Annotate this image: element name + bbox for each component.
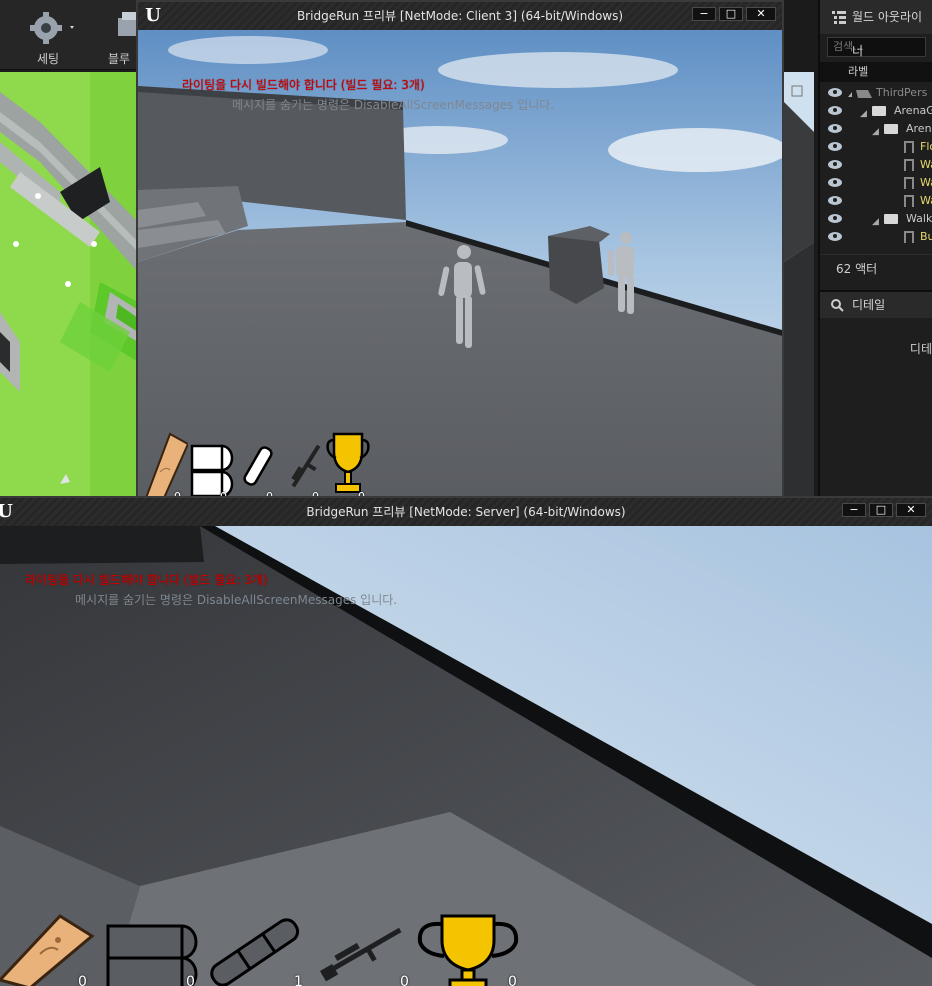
- wood-plank-icon: [145, 432, 188, 496]
- static-mesh-icon: [904, 231, 914, 243]
- level-viewport-left[interactable]: [0, 72, 138, 496]
- world-icon: [848, 90, 872, 98]
- gear-icon: [30, 12, 74, 44]
- magnifier-icon: [831, 299, 844, 312]
- trophy-icon: [417, 914, 519, 986]
- minimize-button[interactable]: −: [842, 503, 866, 517]
- settings-button[interactable]: 세팅: [18, 6, 78, 66]
- rope-coil-icon: [190, 444, 234, 496]
- outliner-row[interactable]: Flo: [820, 138, 932, 156]
- static-mesh-icon: [904, 177, 914, 189]
- client-game-viewport[interactable]: 라이팅을 다시 빌드해야 합니다 (빌드 필요: 3개) 메시지를 숨기는 명령…: [138, 30, 782, 496]
- outliner-item-label: ArenaG: [894, 104, 932, 117]
- top-down-map: [0, 72, 138, 496]
- hud-count-wood: 0: [78, 974, 87, 986]
- outliner-item-label: Bu: [920, 230, 932, 243]
- telescope-icon: [210, 918, 300, 986]
- outliner-row[interactable]: Wa: [820, 156, 932, 174]
- outliner-tab[interactable]: 월드 아웃라이너: [820, 0, 932, 58]
- actor-count: 62 액터: [820, 254, 932, 282]
- outliner-row[interactable]: ◢ Walk: [820, 210, 932, 228]
- static-mesh-icon: [904, 141, 914, 153]
- server-title-bar[interactable]: U BridgeRun 프리뷰 [NetMode: Server] (64-bi…: [0, 498, 932, 526]
- folder-icon: [884, 124, 898, 134]
- outliner-item-label: Walk: [906, 212, 932, 225]
- expand-arrow-icon[interactable]: ◢: [872, 213, 879, 228]
- server-hide-hint: 메시지를 숨기는 명령은 DisableAllScreenMessages 입니…: [75, 593, 398, 607]
- visibility-eye-icon[interactable]: [828, 142, 842, 151]
- close-button[interactable]: ✕: [746, 7, 776, 21]
- server-preview-window[interactable]: U BridgeRun 프리뷰 [NetMode: Server] (64-bi…: [0, 496, 932, 986]
- sniper-rifle-icon: [291, 444, 321, 488]
- outliner-item-label: Arena: [906, 122, 932, 135]
- outliner-item-label: ThirdPers: [876, 86, 928, 99]
- client-preview-window[interactable]: U BridgeRun 프리뷰 [NetMode: Client 3] (64-…: [136, 0, 784, 496]
- blueprint-button[interactable]: 블루프: [96, 6, 140, 66]
- static-mesh-icon: [904, 195, 914, 207]
- server-game-viewport[interactable]: 라이팅을 다시 빌드해야 합니다 (빌드 필요: 3개) 메시지를 숨기는 명령…: [0, 526, 932, 986]
- chevron-down-icon: [70, 26, 74, 29]
- hud-count-rifle: 0: [400, 974, 409, 986]
- blueprint-icon: [118, 12, 138, 36]
- outliner-item-label: Wa: [920, 194, 932, 207]
- client-title-bar[interactable]: U BridgeRun 프리뷰 [NetMode: Client 3] (64-…: [138, 2, 782, 30]
- sniper-rifle-icon: [320, 927, 402, 982]
- visibility-eye-icon[interactable]: [828, 160, 842, 169]
- level-viewport-right[interactable]: [784, 72, 814, 496]
- details-body-text: 디테: [909, 342, 932, 356]
- outliner-tree: ThirdPers ◢ ArenaG ◢ Arena Flo: [820, 84, 932, 246]
- visibility-eye-icon[interactable]: [828, 106, 842, 115]
- minimize-button[interactable]: −: [692, 7, 716, 21]
- outliner-row[interactable]: Bu: [820, 228, 932, 246]
- folder-icon: [872, 106, 886, 116]
- client-rebuild-warning: 라이팅을 다시 빌드해야 합니다 (빌드 필요: 3개): [182, 78, 425, 92]
- expand-arrow-icon[interactable]: ◢: [860, 105, 867, 120]
- hud-count-rope: 0: [186, 974, 195, 986]
- static-mesh-icon: [904, 159, 914, 171]
- details-panel: 디테일 디테: [818, 290, 932, 496]
- visibility-eye-icon[interactable]: [828, 88, 842, 97]
- details-tab[interactable]: 디테일: [820, 292, 932, 318]
- editor-toolbar: 세팅 블루프: [0, 0, 140, 70]
- visibility-eye-icon[interactable]: [828, 196, 842, 205]
- hud-count-trophy: 0: [508, 974, 517, 986]
- visibility-eye-icon[interactable]: [828, 214, 842, 223]
- outliner-item-label: Wa: [920, 158, 932, 171]
- trophy-icon: [326, 432, 370, 493]
- outliner-row[interactable]: ThirdPers: [820, 84, 932, 102]
- client-hide-hint: 메시지를 숨기는 명령은 DisableAllScreenMessages 입니…: [232, 98, 555, 112]
- unreal-logo-icon: U: [0, 502, 16, 522]
- maximize-button[interactable]: □: [719, 7, 743, 21]
- server-window-title: BridgeRun 프리뷰 [NetMode: Server] (64-bit/…: [306, 505, 626, 519]
- settings-label: 세팅: [36, 52, 60, 66]
- server-rebuild-warning: 라이팅을 다시 빌드해야 합니다 (빌드 필요: 3개): [25, 573, 268, 587]
- unreal-logo-icon: U: [145, 5, 161, 26]
- client-window-title: BridgeRun 프리뷰 [NetMode: Client 3] (64-bi…: [296, 9, 624, 23]
- folder-icon: [884, 214, 898, 224]
- outliner-icon: [832, 11, 846, 24]
- visibility-eye-icon[interactable]: [828, 232, 842, 241]
- visibility-eye-icon[interactable]: [828, 124, 842, 133]
- outliner-row[interactable]: Wa: [820, 174, 932, 192]
- details-title: 디테일: [852, 298, 886, 312]
- close-button[interactable]: ✕: [896, 503, 926, 517]
- telescope-icon: [243, 446, 273, 486]
- maximize-button[interactable]: □: [869, 503, 893, 517]
- visibility-eye-icon[interactable]: [828, 178, 842, 187]
- outliner-row[interactable]: ◢ ArenaG: [820, 102, 932, 120]
- world-outliner-panel: 월드 아웃라이너 검색... 라벨 ThirdPers ◢ ArenaG ◢ A…: [818, 0, 932, 290]
- outliner-column-header[interactable]: 라벨: [820, 62, 932, 82]
- outliner-search-input[interactable]: 검색...: [827, 37, 926, 57]
- outliner-row[interactable]: Wa: [820, 192, 932, 210]
- outliner-row[interactable]: ◢ Arena: [820, 120, 932, 138]
- hud-count-telescope: 1: [294, 974, 303, 986]
- expand-arrow-icon[interactable]: ◢: [872, 123, 879, 138]
- outliner-item-label: Flo: [920, 140, 932, 153]
- outliner-item-label: Wa: [920, 176, 932, 189]
